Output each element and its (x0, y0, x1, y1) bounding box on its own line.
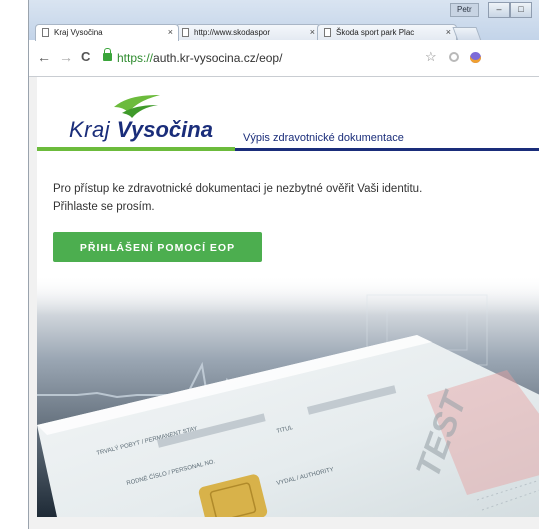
tab-skodasport[interactable]: http://www.skodaspor × (175, 24, 321, 40)
page-viewport: Kraj Vysočina Výpis zdravotnické dokumen… (29, 77, 539, 529)
page-icon (182, 28, 189, 37)
logo-text-vysocina: Vysočina (116, 117, 213, 142)
close-tab-icon[interactable]: × (310, 25, 315, 40)
url-host-path: auth.kr-vysocina.cz/eop/ (153, 51, 283, 65)
tab-title: http://www.skodaspor (194, 28, 271, 37)
tab-skoda-sport-park[interactable]: Škoda sport park Plac × (317, 24, 457, 40)
browser-window: Petr – □ Kraj Vysočina × http://www.skod… (28, 0, 539, 529)
bookmark-star-icon[interactable]: ☆ (425, 49, 437, 65)
lock-icon (103, 48, 112, 61)
tab-title: Škoda sport park Plac (336, 28, 415, 37)
forward-icon[interactable]: → (59, 49, 73, 65)
intro-line: Pro přístup ke zdravotnické dokumentaci … (53, 183, 423, 195)
page-title: Výpis zdravotnické dokumentace (243, 132, 404, 144)
tab-strip: Petr – □ Kraj Vysočina × http://www.skod… (29, 0, 539, 41)
maximize-button[interactable]: □ (510, 2, 532, 18)
tab-title: Kraj Vysočina (54, 28, 103, 37)
back-icon[interactable]: ← (37, 49, 51, 65)
profile-button[interactable]: Petr (450, 3, 479, 17)
header-divider (235, 148, 539, 151)
intro-line: Přihlaste se prosím. (53, 201, 155, 213)
close-tab-icon[interactable]: × (446, 25, 451, 40)
logo: Kraj Vysočina (69, 117, 213, 143)
browser-toolbar: ← → C https://auth.kr-vysocina.cz/eop/ ☆ (29, 40, 539, 77)
login-eop-button[interactable]: PŘIHLÁŠENÍ POMOCÍ EOP (53, 232, 262, 262)
page-content: Kraj Vysočina Výpis zdravotnické dokumen… (37, 77, 539, 517)
extension-icon[interactable] (449, 52, 459, 62)
url-text: https://auth.kr-vysocina.cz/eop/ (117, 48, 282, 68)
header-divider (37, 147, 235, 151)
tab-kraj-vysocina[interactable]: Kraj Vysočina × (35, 24, 179, 41)
page-icon (324, 28, 331, 37)
new-tab-button[interactable] (452, 27, 482, 41)
page-icon (42, 28, 49, 37)
reload-icon[interactable]: C (81, 49, 90, 65)
extension-icon[interactable] (470, 52, 481, 63)
page-bottom-strip (29, 517, 539, 529)
minimize-button[interactable]: – (488, 2, 510, 18)
intro-text: Pro přístup ke zdravotnické dokumentaci … (53, 180, 533, 216)
logo-swoosh-icon (114, 95, 160, 118)
logo-text-kraj: Kraj (69, 117, 117, 142)
url-scheme: https:// (117, 51, 154, 65)
close-tab-icon[interactable]: × (168, 25, 173, 40)
hero-id-card-image: TRVALÝ POBYT / PERMANENT STAY RODNÉ ČÍSL… (37, 275, 539, 517)
